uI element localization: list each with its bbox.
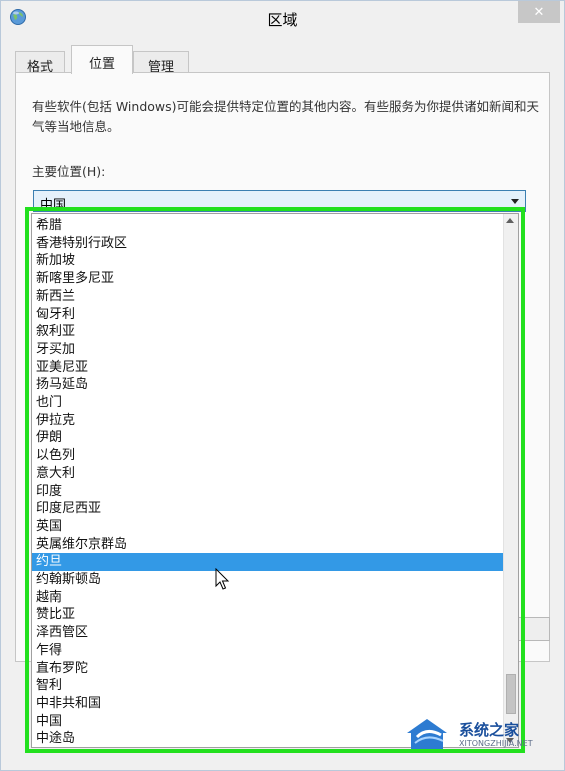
list-item[interactable]: 英国 (32, 518, 505, 536)
primary-location-combobox[interactable]: 中国 (33, 190, 526, 213)
list-item[interactable]: 匈牙利 (32, 306, 505, 324)
list-item[interactable]: 伊朗 (32, 429, 505, 447)
region-dialog: 区域 ✕ 格式 位置 管理 有些软件(包括 Windows)可能会提供特定位置的… (0, 0, 565, 771)
site-watermark: 系统之家 XITONGZHIJIA.NET (401, 709, 561, 757)
watermark-url: XITONGZHIJIA.NET (459, 739, 533, 748)
window-title: 区域 (267, 11, 298, 29)
list-item[interactable]: 英属维尔京群岛 (32, 536, 505, 554)
tab-administrative[interactable]: 管理 (133, 51, 189, 75)
scroll-thumb[interactable] (506, 674, 516, 714)
list-item[interactable]: 越南 (32, 589, 505, 607)
list-item[interactable]: 泽西管区 (32, 624, 505, 642)
list-item[interactable]: 新加坡 (32, 252, 505, 270)
list-item[interactable]: 乍得 (32, 642, 505, 660)
list-item[interactable]: 叙利亚 (32, 323, 505, 341)
tab-formats[interactable]: 格式 (15, 51, 65, 75)
combobox-selected-value: 中国 (40, 198, 67, 213)
list-item[interactable]: 希腊 (32, 217, 505, 235)
scroll-up-arrow-icon[interactable] (506, 218, 514, 223)
list-item[interactable]: 赞比亚 (32, 606, 505, 624)
dropdown-scrollbar[interactable] (503, 214, 518, 747)
list-item[interactable]: 以色列 (32, 447, 505, 465)
tab-location[interactable]: 位置 (71, 45, 133, 74)
location-dropdown-list[interactable]: 希腊 香港特别行政区 新加坡 新喀里多尼亚 新西兰 匈牙利 叙利亚 牙买加 亚美尼亚 扬马延岛 也门… (31, 213, 519, 748)
list-item[interactable]: 意大利 (32, 465, 505, 483)
list-item[interactable]: 伊拉克 (32, 412, 505, 430)
chevron-down-icon[interactable] (511, 199, 519, 204)
list-item[interactable]: 扬马延岛 (32, 376, 505, 394)
house-logo-icon (407, 719, 447, 749)
mouse-cursor-icon (215, 568, 230, 590)
list-item[interactable]: 印度尼西亚 (32, 500, 505, 518)
list-item[interactable]: 香港特别行政区 (32, 235, 505, 253)
list-item[interactable]: 约旦 (32, 553, 505, 571)
list-item[interactable]: 智利 (32, 677, 505, 695)
primary-location-label: 主要位置(H): (32, 164, 106, 179)
list-item[interactable]: 亚美尼亚 (32, 359, 505, 377)
close-button[interactable]: ✕ (518, 1, 560, 23)
list-item[interactable]: 直布罗陀 (32, 660, 505, 678)
close-icon: ✕ (533, 4, 545, 20)
list-item[interactable]: 新西兰 (32, 288, 505, 306)
title-bar: 区域 ✕ (1, 1, 564, 37)
list-item[interactable]: 印度 (32, 483, 505, 501)
list-item[interactable]: 牙买加 (32, 341, 505, 359)
location-description: 有些软件(包括 Windows)可能会提供特定位置的其他内容。有些服务为你提供诸… (32, 99, 540, 134)
list-item[interactable]: 新喀里多尼亚 (32, 270, 505, 288)
list-item[interactable]: 也门 (32, 394, 505, 412)
watermark-brand: 系统之家 (459, 721, 520, 739)
list-item[interactable]: 约翰斯顿岛 (32, 571, 505, 589)
